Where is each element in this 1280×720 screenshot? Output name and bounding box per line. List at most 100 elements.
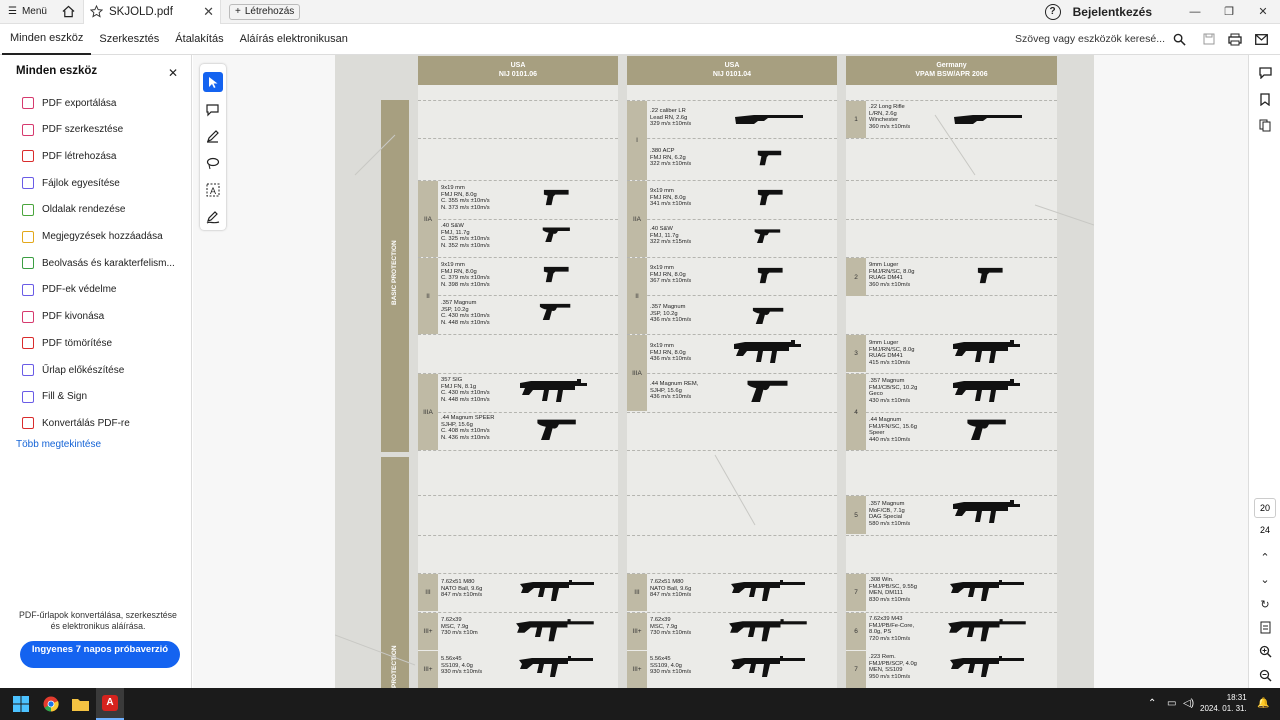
tool-icon	[22, 230, 34, 243]
page-number-input[interactable]: 20	[1254, 498, 1276, 518]
zoom-out-icon[interactable]	[1257, 667, 1273, 683]
document-viewer[interactable]: USA NIJ 0101.06 USA NIJ 0101.04 Germany VPAM …	[193, 55, 1248, 688]
lasso-tool-button[interactable]	[203, 153, 223, 173]
page-setup-icon[interactable]	[1257, 619, 1273, 635]
tool-item[interactable]: PDF exportálása	[22, 97, 116, 109]
lasso-icon	[206, 157, 220, 170]
tool-item[interactable]: Beolvasás és karakterfelism...	[22, 257, 175, 270]
print-icon[interactable]	[1222, 28, 1248, 50]
minimize-button[interactable]: —	[1178, 0, 1212, 24]
bookmarks-icon[interactable]	[1257, 91, 1273, 107]
promo-text: PDF-űrlapok konvertálása, szerkesztése é…	[19, 610, 177, 631]
help-icon[interactable]: ?	[1044, 3, 1061, 20]
tool-item[interactable]: PDF létrehozása	[22, 150, 116, 163]
comments-panel-icon[interactable]	[1257, 65, 1273, 81]
create-button[interactable]: + Létrehozás	[228, 3, 301, 20]
search-box[interactable]: Szöveg vagy eszközök keresé...	[1015, 33, 1186, 46]
tab-all-tools[interactable]: Minden eszköz	[2, 24, 92, 55]
tool-icon	[22, 177, 34, 190]
tool-label: Fill & Sign	[42, 391, 88, 403]
text-tool-button[interactable]: A	[203, 180, 223, 200]
tool-item[interactable]: PDF kivonása	[22, 310, 105, 323]
network-icon[interactable]: ▭	[1167, 698, 1176, 709]
tool-label: PDF tömörítése	[42, 337, 113, 349]
close-window-button[interactable]: ✕	[1246, 0, 1280, 24]
tool-item[interactable]: Űrlap előkészítése	[22, 364, 124, 376]
menu-button[interactable]: ☰ Menü	[0, 0, 55, 24]
sign-tool-button[interactable]	[203, 207, 223, 227]
search-icon[interactable]	[1173, 33, 1186, 46]
right-rail: 20 24 ⌃ ⌄ ↻	[1248, 55, 1280, 688]
tool-label: Fájlok egyesítése	[42, 177, 120, 189]
tool-label: PDF kivonása	[42, 311, 105, 323]
clock[interactable]: 18:31 2024. 01. 31.	[1200, 692, 1247, 714]
tool-item[interactable]: Oldalak rendezése	[22, 203, 126, 216]
tool-icon	[22, 257, 34, 270]
tool-label: PDF exportálása	[42, 97, 117, 109]
star-icon[interactable]	[89, 5, 103, 18]
tab-label: Aláírás elektronikusan	[239, 33, 348, 45]
pen-icon	[207, 130, 219, 143]
tab-esign[interactable]: Aláírás elektronikusan	[232, 24, 356, 55]
tab-label: Minden eszköz	[10, 32, 84, 44]
tool-label: Megjegyzések hozzáadása	[42, 231, 163, 242]
close-panel-icon[interactable]: ✕	[168, 66, 178, 80]
tab-edit[interactable]: Szerkesztés	[91, 24, 167, 55]
pdf-page: USA NIJ 0101.06 USA NIJ 0101.04 Germany VPAM …	[335, 55, 1094, 688]
volume-icon[interactable]: ◁)	[1183, 698, 1194, 709]
acrobat-icon: A	[102, 695, 118, 711]
tool-icon	[22, 123, 34, 136]
tool-label: Űrlap előkészítése	[42, 364, 125, 376]
menu-label: Menü	[21, 6, 47, 17]
windows-taskbar: A ⌃ ▭ ◁) 18:31 2024. 01. 31. 🔔	[0, 688, 1280, 720]
maximize-button[interactable]: ❐	[1212, 0, 1246, 24]
create-label: Létrehozás	[244, 6, 295, 17]
tool-item[interactable]: Fill & Sign	[22, 390, 88, 403]
close-tab-icon[interactable]: ✕	[203, 4, 214, 20]
tool-label: Konvertálás PDF-re	[42, 417, 130, 429]
draw-tool-button[interactable]	[203, 126, 223, 146]
document-tab[interactable]: SKJOLD.pdf ✕	[82, 0, 221, 24]
save-icon[interactable]	[1196, 28, 1222, 50]
title-bar: ☰ Menü SKJOLD.pdf ✕ + Létrehozás ? Bejel…	[0, 0, 1280, 24]
home-button[interactable]	[55, 0, 83, 24]
next-page-icon[interactable]: ⌄	[1257, 571, 1273, 587]
rotate-icon[interactable]: ↻	[1257, 596, 1273, 612]
tool-item[interactable]: Megjegyzések hozzáadása	[22, 230, 163, 243]
zoom-in-icon[interactable]	[1257, 643, 1273, 659]
comment-tool-button[interactable]	[203, 100, 223, 120]
hamburger-icon: ☰	[8, 6, 17, 17]
panel-title: Minden eszköz	[16, 65, 98, 77]
tool-icon	[22, 364, 34, 376]
tab-convert[interactable]: Átalakítás	[167, 24, 231, 55]
tool-item[interactable]: Konvertálás PDF-re	[22, 417, 130, 430]
pages-icon[interactable]	[1257, 117, 1273, 133]
tool-icon	[22, 390, 34, 403]
notification-bell-icon[interactable]: 🔔	[1257, 698, 1269, 709]
tray-chevron-icon[interactable]: ⌃	[1148, 698, 1156, 709]
tool-item[interactable]: PDF tömörítése	[22, 337, 113, 350]
tool-item[interactable]: PDF szerkesztése	[22, 123, 123, 136]
tool-item[interactable]: PDF-ek védelme	[22, 283, 117, 296]
text-box-icon: A	[206, 183, 220, 197]
windows-start-icon[interactable]	[13, 696, 29, 717]
file-explorer-icon[interactable]	[72, 697, 89, 716]
previous-page-icon[interactable]: ⌃	[1257, 549, 1273, 565]
tool-item[interactable]: Fájlok egyesítése	[22, 177, 120, 190]
main-toolbar: Minden eszköz Szerkesztés Átalakítás Alá…	[0, 24, 1280, 55]
search-placeholder: Szöveg vagy eszközök keresé...	[1015, 33, 1165, 45]
free-trial-button[interactable]: Ingyenes 7 napos próbaverzió	[20, 641, 180, 668]
tool-label: PDF-ek védelme	[42, 284, 117, 296]
tool-icon	[22, 283, 34, 296]
chrome-icon[interactable]	[43, 696, 59, 717]
see-more-link[interactable]: Több megtekintése	[16, 439, 101, 450]
background-texture	[335, 114, 1094, 666]
login-button[interactable]: Bejelentkezés	[1073, 5, 1152, 19]
all-tools-panel: Minden eszköz ✕ PDF exportálása PDF szerk…	[0, 55, 192, 688]
acrobat-taskbar-button[interactable]: A	[96, 688, 124, 720]
clock-time: 18:31	[1226, 693, 1247, 702]
email-icon[interactable]	[1248, 28, 1274, 50]
tool-label: Oldalak rendezése	[42, 204, 126, 216]
select-tool-button[interactable]	[203, 72, 223, 92]
tool-label: Beolvasás és karakterfelism...	[42, 257, 175, 269]
